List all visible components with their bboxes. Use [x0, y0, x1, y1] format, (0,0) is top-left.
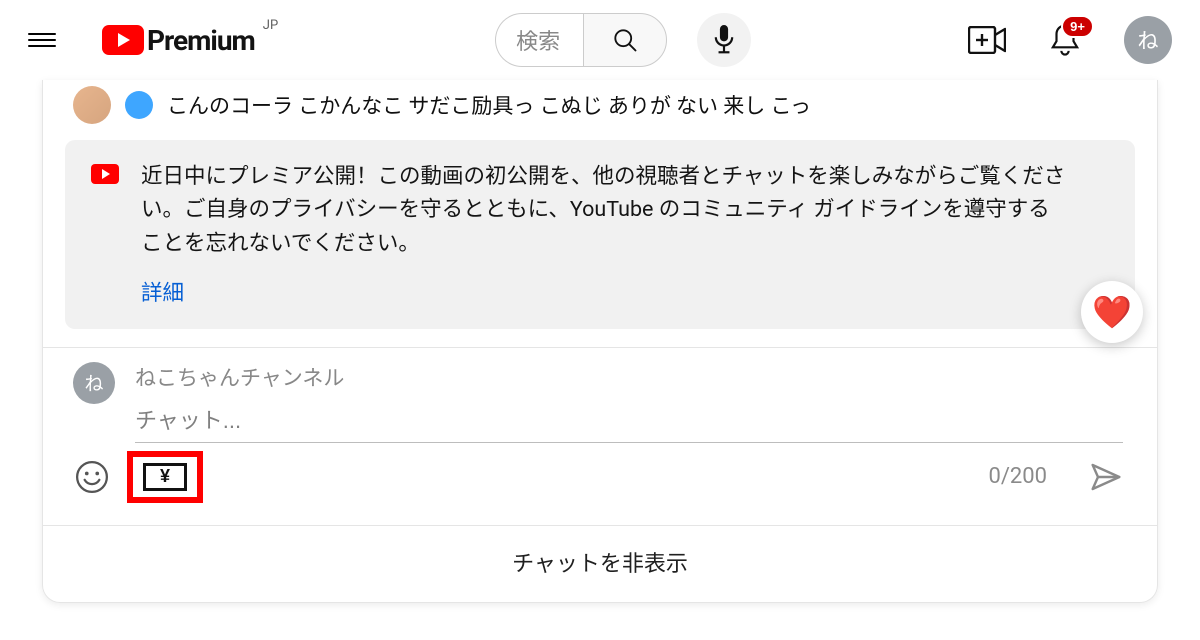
yen-icon: ¥ — [143, 463, 187, 491]
emoji-picker-button[interactable] — [73, 458, 111, 496]
region-tag: JP — [263, 18, 278, 33]
send-button[interactable] — [1089, 460, 1123, 494]
chat-user-badge-icon — [125, 91, 153, 119]
send-icon — [1090, 461, 1122, 493]
search-form: 検索 — [495, 13, 667, 67]
self-avatar: ね — [73, 362, 115, 404]
live-chat-panel: こんのコーラ こかんなこ サだこ励具っ こぬじ ありが ない 来し こっ 近日中… — [42, 80, 1158, 603]
youtube-premium-logo[interactable]: Premium JP — [102, 24, 278, 57]
chat-user-avatar — [73, 86, 111, 124]
premium-word: Premium — [147, 24, 255, 57]
youtube-play-icon — [102, 25, 144, 55]
notification-badge: 9+ — [1061, 15, 1094, 38]
search-button[interactable] — [583, 13, 667, 67]
heart-icon: ❤️ — [1092, 293, 1132, 331]
search-input[interactable]: 検索 — [495, 13, 583, 67]
premiere-notice-card: 近日中にプレミア公開！この動画の初公開を、他の視聴者とチャットを楽しみながらご覧… — [65, 140, 1135, 329]
self-display-name: ねこちゃんチャンネル — [135, 362, 1123, 392]
microphone-icon — [713, 25, 735, 55]
premiere-notice-text: 近日中にプレミア公開！この動画の初公開を、他の視聴者とチャットを楽しみながらご覧… — [141, 160, 1067, 260]
hide-chat-button[interactable]: チャットを非表示 — [43, 526, 1157, 602]
reaction-button[interactable]: ❤️ — [1081, 281, 1143, 343]
chat-message-text: こんのコーラ こかんなこ サだこ励具っ こぬじ ありが ない 来し こっ — [167, 90, 811, 120]
char-counter: 0/200 — [988, 464, 1047, 489]
account-avatar[interactable]: ね — [1124, 16, 1172, 64]
create-button[interactable] — [968, 26, 1006, 54]
learn-more-link[interactable]: 詳細 — [141, 276, 184, 307]
notifications-button[interactable]: 9+ — [1050, 23, 1080, 57]
smile-icon — [75, 460, 109, 494]
create-video-icon — [968, 26, 1006, 54]
chat-text-input[interactable] — [135, 398, 1123, 443]
voice-search-button[interactable] — [697, 13, 751, 67]
top-app-bar: Premium JP 検索 9+ ね — [0, 0, 1200, 80]
chat-message-row: こんのコーラ こかんなこ サだこ励具っ こぬじ ありが ない 来し こっ — [43, 80, 1157, 134]
youtube-icon — [91, 164, 119, 184]
chat-input-area: ね ねこちゃんチャンネル ¥ 0/200 — [43, 348, 1157, 525]
super-chat-button[interactable]: ¥ — [127, 451, 203, 503]
menu-button[interactable] — [28, 29, 56, 51]
search-icon — [611, 26, 639, 54]
